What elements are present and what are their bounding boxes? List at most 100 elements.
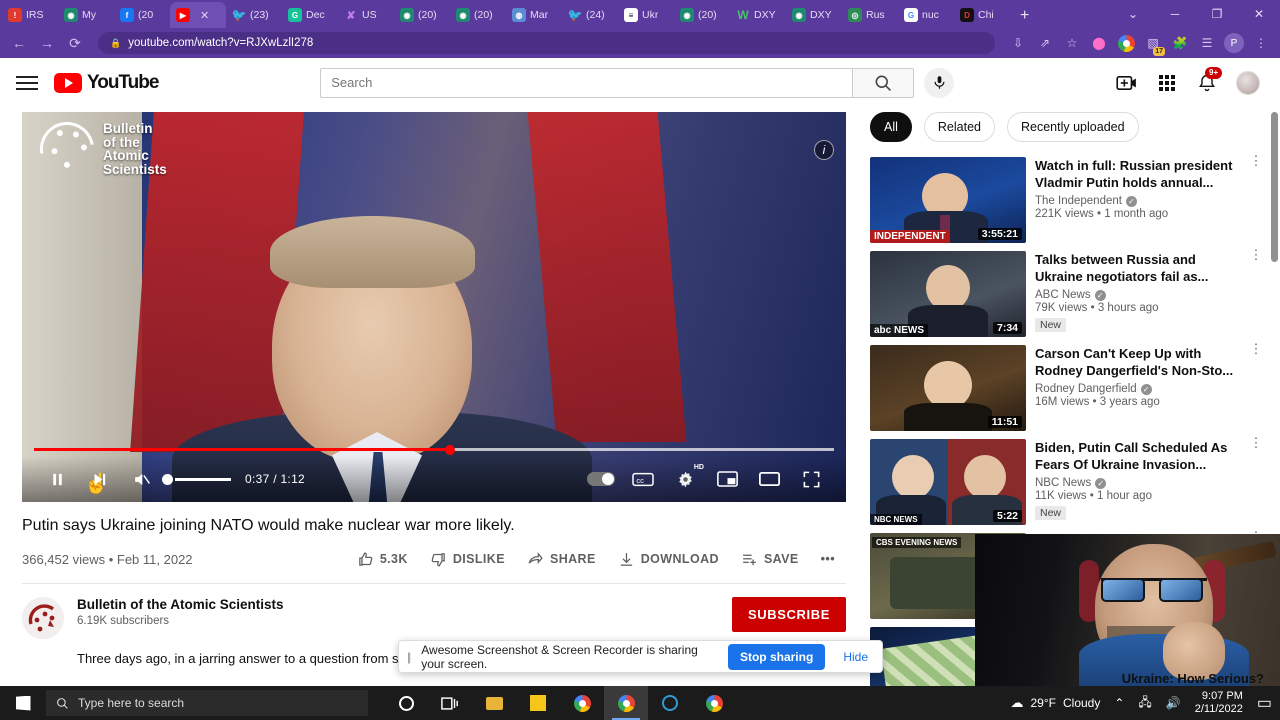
- browser-tab-chrome-3[interactable]: ◉ (20): [674, 2, 730, 28]
- create-video-icon[interactable]: [1116, 72, 1138, 94]
- search-button[interactable]: [852, 67, 915, 98]
- list-item[interactable]: NBC NEWS 5:22 Biden, Putin Call Schedule…: [870, 436, 1264, 525]
- muted-volume-icon[interactable]: [120, 458, 162, 500]
- subscribe-button[interactable]: SUBSCRIBE: [732, 597, 846, 632]
- browser-tab-rus[interactable]: ◎ Rus: [842, 2, 898, 28]
- browser-tab-chrome-2[interactable]: ◉ (20): [450, 2, 506, 28]
- video-thumbnail[interactable]: abc NEWS 7:34: [870, 251, 1026, 337]
- video-thumbnail[interactable]: INDEPENDENT 3:55:21: [870, 157, 1026, 243]
- progress-track[interactable]: [34, 445, 834, 455]
- doomsday-clock-avatar[interactable]: [22, 597, 64, 639]
- maximize-button[interactable]: ❐: [1196, 0, 1238, 28]
- chrome-icon-2[interactable]: [604, 686, 648, 720]
- microphone-icon[interactable]: [924, 67, 955, 98]
- chrome-icon-3[interactable]: [692, 686, 736, 720]
- browser-tab-chi[interactable]: D Chi: [954, 2, 1010, 28]
- minimize-button[interactable]: ─: [1154, 0, 1196, 28]
- browser-tab-nuc[interactable]: G nuc: [898, 2, 954, 28]
- playlist-icon[interactable]: ☰: [1194, 31, 1220, 55]
- chip-recently-uploaded[interactable]: Recently uploaded: [1007, 112, 1139, 142]
- closed-captions-icon[interactable]: cc: [622, 458, 664, 500]
- close-icon[interactable]: ✕: [200, 9, 209, 22]
- browser-tab-dxy-1[interactable]: W DXY: [730, 2, 786, 28]
- weather-widget[interactable]: ☁ 29°F Cloudy: [1011, 695, 1101, 711]
- chrome-color-icon[interactable]: [1113, 31, 1139, 55]
- share-icon[interactable]: ⇗: [1032, 31, 1058, 55]
- bookmark-star-icon[interactable]: ☆: [1059, 31, 1085, 55]
- miniplayer-icon[interactable]: [706, 458, 748, 500]
- autoplay-toggle[interactable]: [580, 458, 622, 500]
- profile-button[interactable]: P: [1221, 31, 1247, 55]
- kebab-menu-icon[interactable]: ⋮: [1248, 31, 1274, 55]
- channel-name[interactable]: Bulletin of the Atomic Scientists: [77, 597, 284, 612]
- install-icon[interactable]: ⇩: [1005, 31, 1031, 55]
- avatar[interactable]: [1236, 70, 1260, 95]
- browser-tab-us[interactable]: ✘ US: [338, 2, 394, 28]
- video-title[interactable]: Carson Can't Keep Up with Rodney Dangerf…: [1035, 345, 1246, 379]
- bell-icon[interactable]: 9+: [1196, 66, 1223, 94]
- list-item[interactable]: INDEPENDENT 3:55:21 Watch in full: Russi…: [870, 154, 1264, 243]
- settings-gear-icon[interactable]: HD: [664, 458, 706, 500]
- list-item[interactable]: abc NEWS 7:34 Talks between Russia and U…: [870, 248, 1264, 337]
- extension-badge-icon[interactable]: ▧ 17: [1140, 31, 1166, 56]
- hamburger-icon[interactable]: [16, 75, 38, 90]
- video-channel[interactable]: ABC News ✓: [1035, 289, 1246, 301]
- browser-tab-twitter-1[interactable]: 🐦 (23): [226, 2, 282, 28]
- progress-bar[interactable]: [22, 445, 846, 455]
- edge-icon[interactable]: [648, 686, 692, 720]
- windows-start-icon[interactable]: [0, 686, 46, 720]
- fullscreen-icon[interactable]: [790, 458, 832, 500]
- more-options-icon[interactable]: ⋮: [1248, 248, 1264, 261]
- partially-visible-video-title[interactable]: Ukraine: How Serious?: [1122, 671, 1264, 686]
- chip-related[interactable]: Related: [923, 112, 995, 142]
- chip-all[interactable]: All: [870, 112, 912, 142]
- volume-icon[interactable]: 🔊: [1166, 696, 1181, 710]
- like-button[interactable]: 5.3K: [346, 545, 419, 573]
- scrollbar[interactable]: [1271, 112, 1278, 262]
- puzzle-icon[interactable]: 🧩: [1167, 31, 1193, 55]
- search-input[interactable]: Type here to search: [46, 690, 368, 716]
- video-player[interactable]: Bulletin of the Atomic Scientists i but …: [22, 112, 846, 502]
- dislike-button[interactable]: DISLIKE: [419, 545, 516, 573]
- cortana-icon[interactable]: [384, 686, 428, 720]
- browser-tab-dec[interactable]: G Dec: [282, 2, 338, 28]
- browser-tab-ukr[interactable]: ≡ Ukr: [618, 2, 674, 28]
- browser-tab-my[interactable]: ◉ My: [58, 2, 114, 28]
- youtube-apps-icon[interactable]: [1156, 72, 1178, 94]
- sticky-notes-icon[interactable]: [516, 686, 560, 720]
- new-tab-button[interactable]: +: [1010, 7, 1039, 28]
- search-input[interactable]: Search: [320, 67, 853, 98]
- browser-tab-mar[interactable]: ◍ Mar: [506, 2, 562, 28]
- browser-tab-irs[interactable]: ! IRS: [2, 2, 58, 28]
- video-title[interactable]: Biden, Putin Call Scheduled As Fears Of …: [1035, 439, 1246, 473]
- video-thumbnail[interactable]: NBC NEWS 5:22: [870, 439, 1026, 525]
- hide-button[interactable]: Hide: [837, 650, 874, 664]
- more-options-icon[interactable]: ⋮: [1248, 436, 1264, 449]
- share-button[interactable]: SHARE: [516, 545, 607, 573]
- youtube-logo[interactable]: YouTube: [54, 72, 159, 94]
- browser-tab-twitter-2[interactable]: 🐦 (24): [562, 2, 618, 28]
- browser-tab-youtube-active[interactable]: ▶ ✕: [170, 2, 226, 28]
- network-icon[interactable]: 🖧: [1138, 693, 1151, 714]
- more-options-icon[interactable]: ⋮: [1248, 154, 1264, 167]
- video-title[interactable]: Watch in full: Russian president Vladmir…: [1035, 157, 1246, 191]
- more-actions-button[interactable]: •••: [810, 545, 846, 573]
- next-video-icon[interactable]: [78, 458, 120, 500]
- url-input[interactable]: 🔒 youtube.com/watch?v=RJXwLzlI278: [98, 32, 995, 54]
- chrome-icon-1[interactable]: [560, 686, 604, 720]
- video-title[interactable]: Talks between Russia and Ukraine negotia…: [1035, 251, 1246, 285]
- back-icon[interactable]: ←: [6, 30, 32, 56]
- stop-sharing-button[interactable]: Stop sharing: [727, 643, 826, 670]
- chevron-up-icon[interactable]: ⌃: [1114, 696, 1124, 710]
- browser-tab-dxy-2[interactable]: ◉ DXY: [786, 2, 842, 28]
- task-view-icon[interactable]: [428, 686, 472, 720]
- tab-search-icon[interactable]: ⌄: [1112, 0, 1154, 28]
- video-channel[interactable]: Rodney Dangerfield ✓: [1035, 383, 1246, 395]
- list-item[interactable]: 11:51 Carson Can't Keep Up with Rodney D…: [870, 342, 1264, 431]
- volume-slider[interactable]: [162, 473, 231, 485]
- clock[interactable]: 9:07 PM 2/11/2022: [1195, 690, 1243, 716]
- webcam-overlay[interactable]: [975, 534, 1280, 686]
- save-button[interactable]: SAVE: [730, 545, 810, 573]
- video-thumbnail[interactable]: 11:51: [870, 345, 1026, 431]
- pause-icon[interactable]: ☝: [36, 458, 109, 500]
